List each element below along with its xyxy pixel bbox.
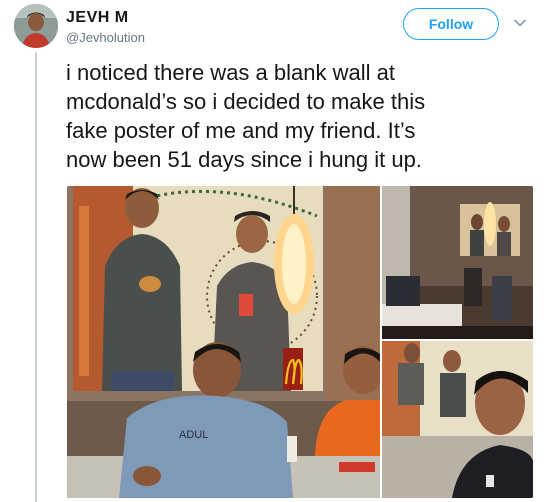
avatar-image [14, 4, 58, 48]
media-photo-wide[interactable] [382, 186, 533, 339]
avatar[interactable] [14, 4, 58, 48]
media-photo-main[interactable]: ADUL [67, 186, 380, 498]
tweet-text: i noticed there was a blank wall at mcdo… [66, 60, 426, 172]
media-photo-selfie[interactable] [382, 341, 533, 498]
tweet-card: JEVH M @Jevholution Follow i noticed the… [0, 0, 550, 502]
thread-line [35, 52, 37, 502]
user-handle[interactable]: @Jevholution [66, 30, 145, 45]
photo-selfie [382, 341, 533, 498]
media-grid: ADUL [67, 186, 533, 498]
shirt-print: ADUL [179, 429, 208, 441]
photo-poster-wall: ADUL [67, 186, 380, 498]
photo-restaurant-interior [382, 186, 533, 339]
follow-button[interactable]: Follow [403, 8, 499, 40]
display-name[interactable]: JEVH M [66, 9, 129, 27]
chevron-down-icon[interactable] [513, 16, 527, 30]
